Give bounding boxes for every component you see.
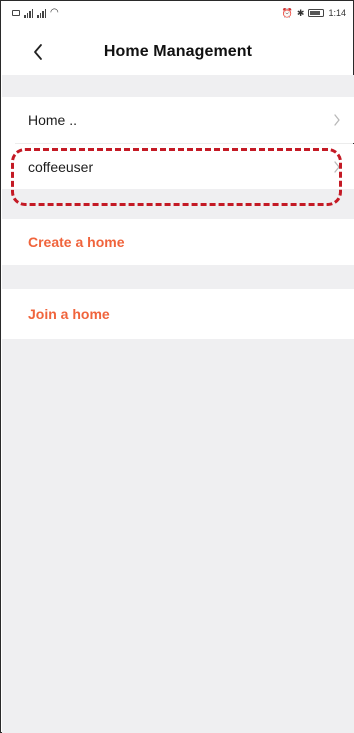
status-right: ⏰ ✱ 1:14 xyxy=(282,8,346,19)
cell-signal-icon xyxy=(24,8,33,18)
battery-icon xyxy=(308,9,325,17)
join-home-button[interactable]: Join a home xyxy=(2,289,354,339)
create-home-button[interactable]: Create a home xyxy=(2,219,354,265)
home-list-item[interactable]: coffeeuser xyxy=(2,144,354,189)
back-button[interactable] xyxy=(28,41,48,63)
status-left: ◠ xyxy=(12,8,59,18)
chevron-right-icon xyxy=(332,160,342,174)
section-gap xyxy=(2,265,354,289)
wifi-icon: ◠ xyxy=(50,7,59,18)
home-name: Home .. xyxy=(28,112,78,128)
header-bar: Home Management xyxy=(2,29,354,75)
create-home-label: Create a home xyxy=(28,234,125,250)
section-gap xyxy=(2,189,354,219)
alarm-icon: ⏰ xyxy=(281,7,293,18)
home-list-item[interactable]: Home .. xyxy=(2,97,354,143)
section-gap xyxy=(2,75,354,97)
status-time: 1:14 xyxy=(328,8,346,18)
status-bar: ◠ ⏰ ✱ 1:14 xyxy=(2,2,354,24)
chevron-left-icon xyxy=(34,44,42,60)
home-name: coffeeuser xyxy=(28,158,94,175)
screen: ◠ ⏰ ✱ 1:14 Home Management Home .. coffe… xyxy=(0,0,354,733)
empty-area xyxy=(2,339,354,733)
join-home-label: Join a home xyxy=(28,306,110,322)
cell-signal-2-icon xyxy=(37,8,46,18)
sim-icon xyxy=(12,10,20,16)
chevron-right-icon xyxy=(332,113,342,127)
page-title: Home Management xyxy=(103,43,253,60)
bluetooth-icon: ✱ xyxy=(296,7,305,18)
